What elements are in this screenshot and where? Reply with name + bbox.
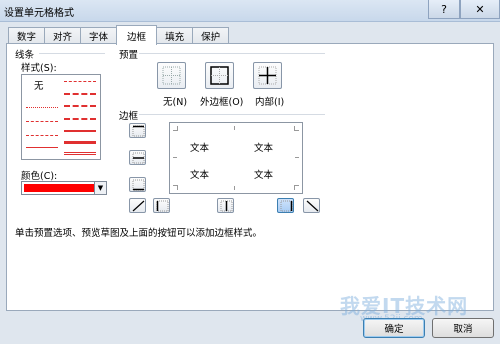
tab-protection[interactable]: 保护 <box>192 27 230 44</box>
line-style-hair[interactable] <box>26 107 58 108</box>
preset-outline-button[interactable] <box>205 62 234 89</box>
border-group-label: 边框 <box>119 111 139 122</box>
border-right-icon <box>280 200 293 212</box>
line-color-dropdown[interactable]: ▼ <box>21 181 107 195</box>
border-bottom-button[interactable] <box>129 177 146 192</box>
border-tab-panel: 线条 样式(S): 无 颜色(C): ▼ 预置 无(N) 外边框(O) 内部(I… <box>6 43 494 311</box>
preset-none-label: 无(N) <box>163 97 188 108</box>
line-style-medium[interactable] <box>64 130 96 132</box>
border-vertical-inside-button[interactable] <box>217 198 234 213</box>
cancel-button[interactable]: 取消 <box>432 318 494 338</box>
presets-group-divider <box>139 53 325 54</box>
line-style-double[interactable] <box>64 152 96 155</box>
border-top-icon <box>132 125 145 137</box>
preview-corner-mark <box>173 157 177 162</box>
preset-outline-label: 外边框(O) <box>200 97 244 108</box>
preview-corner-mark <box>173 126 178 131</box>
help-button[interactable]: ? <box>428 0 460 19</box>
tab-alignment[interactable]: 对齐 <box>44 27 82 44</box>
tab-border[interactable]: 边框 <box>116 25 158 45</box>
border-diagonal-down-button[interactable] <box>303 198 320 213</box>
border-inside-icon <box>258 66 277 85</box>
preview-corner-mark <box>234 186 239 190</box>
line-group-label: 线条 <box>15 50 35 61</box>
border-diagonal-up-button[interactable] <box>129 198 146 213</box>
border-preview[interactable]: 文本 文本 文本 文本 <box>169 122 303 194</box>
border-inside-horizontal-icon <box>132 152 145 164</box>
preview-text-bottom-right: 文本 <box>254 170 274 181</box>
line-style-medium-dashed[interactable] <box>64 118 96 120</box>
preview-corner-mark <box>173 185 178 190</box>
line-group-divider <box>39 53 105 54</box>
presets-group-label: 预置 <box>119 50 139 61</box>
line-color-label: 颜色(C): <box>21 171 58 182</box>
border-left-button[interactable] <box>153 198 170 213</box>
line-style-dotted[interactable] <box>26 121 58 122</box>
border-none-icon <box>162 66 181 85</box>
line-style-slant-dash-dot[interactable] <box>64 93 96 95</box>
border-inside-vertical-icon <box>220 200 233 212</box>
instruction-text: 单击预置选项、预览草图及上面的按钮可以添加边框样式。 <box>15 228 263 239</box>
line-style-none[interactable]: 无 <box>34 78 44 92</box>
border-top-button[interactable] <box>129 123 146 138</box>
title-bar: 设置单元格格式 ? ✕ <box>0 0 500 22</box>
preset-inside-button[interactable] <box>253 62 282 89</box>
window-title: 设置单元格格式 <box>4 8 74 19</box>
line-style-dash-dot-dot[interactable] <box>26 135 58 136</box>
diagonal-up-icon <box>132 200 145 212</box>
line-style-thick[interactable] <box>64 141 96 144</box>
line-style-thin[interactable] <box>26 147 58 148</box>
preview-text-top-left: 文本 <box>190 143 210 154</box>
preview-text-top-right: 文本 <box>254 143 274 154</box>
color-swatch <box>24 184 94 192</box>
line-style-label: 样式(S): <box>21 63 57 74</box>
line-style-list[interactable]: 无 <box>21 74 101 160</box>
border-outline-icon <box>210 66 229 85</box>
preview-corner-mark <box>234 126 239 130</box>
ok-button[interactable]: 确定 <box>363 318 425 338</box>
border-horizontal-inside-button[interactable] <box>129 150 146 165</box>
border-left-icon <box>156 200 169 212</box>
tab-strip: 数字 对齐 字体 边框 填充 保护 <box>8 25 230 45</box>
preview-corner-mark <box>295 157 299 162</box>
preset-none-button[interactable] <box>157 62 186 89</box>
diagonal-down-icon <box>306 200 319 212</box>
border-right-button[interactable] <box>277 198 294 213</box>
close-button[interactable]: ✕ <box>460 0 500 19</box>
preview-corner-mark <box>294 185 299 190</box>
preset-inside-label: 内部(I) <box>255 97 285 108</box>
border-group-divider <box>139 114 325 115</box>
preview-text-bottom-left: 文本 <box>190 170 210 181</box>
chevron-down-icon[interactable]: ▼ <box>94 182 106 194</box>
tab-font[interactable]: 字体 <box>80 27 118 44</box>
border-bottom-icon <box>132 179 145 191</box>
line-style-medium-dash-dot-dot[interactable] <box>64 81 96 82</box>
line-style-medium-dash-dot[interactable] <box>64 105 96 107</box>
tab-fill[interactable]: 填充 <box>156 27 194 44</box>
preview-corner-mark <box>294 126 299 131</box>
tab-number[interactable]: 数字 <box>8 27 46 44</box>
